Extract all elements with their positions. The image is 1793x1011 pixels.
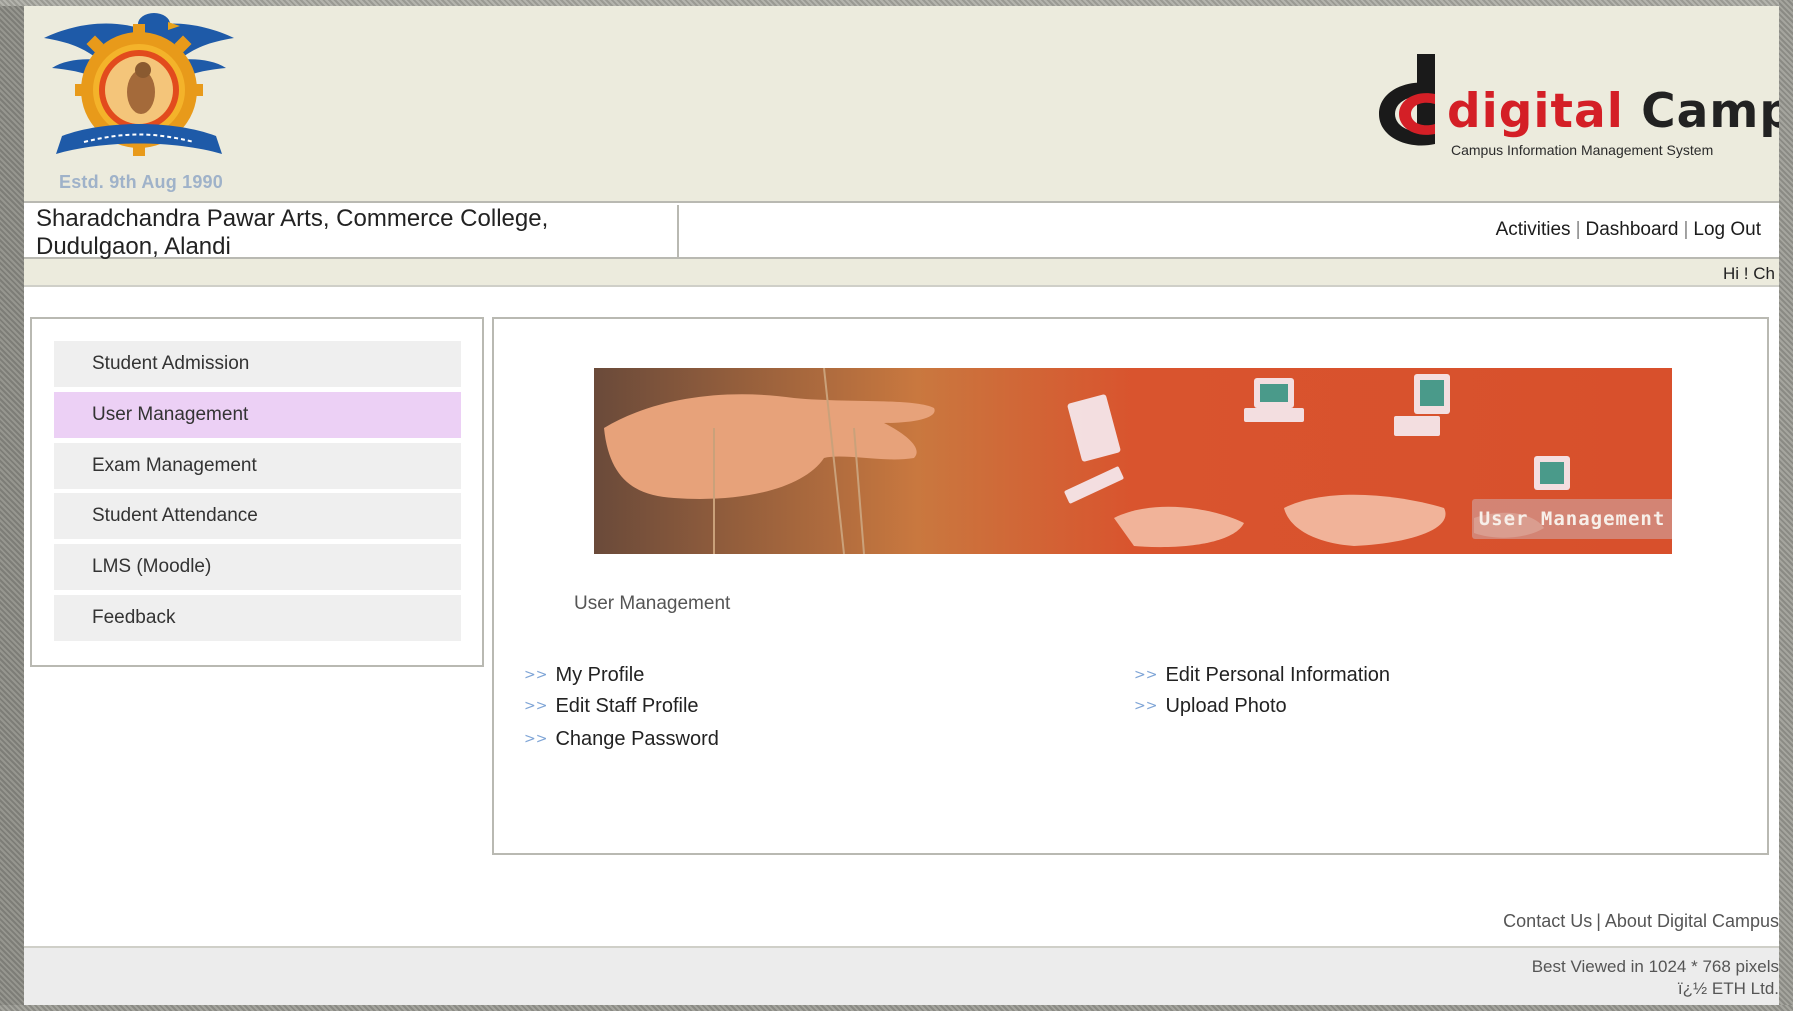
sidebar-item-student-attendance[interactable]: Student Attendance — [54, 493, 461, 539]
link-label: Change Password — [555, 728, 719, 750]
footer-separator: | — [1596, 911, 1601, 931]
my-profile-link[interactable]: >> My Profile — [524, 664, 644, 687]
double-chevron-right-icon: >> — [1134, 698, 1158, 714]
link-label: Edit Staff Profile — [555, 695, 699, 717]
change-password-link[interactable]: >> Change Password — [524, 728, 719, 751]
edit-staff-profile-link[interactable]: >> Edit Staff Profile — [524, 695, 699, 718]
sidebar-item-feedback[interactable]: Feedback — [54, 595, 461, 641]
contact-us-link[interactable]: Contact Us — [1503, 911, 1592, 931]
section-title: User Management — [574, 593, 731, 614]
footer-note: Best Viewed in 1024 * 768 pixels ï¿½ ETH… — [1532, 956, 1779, 1000]
college-logo-emblem — [44, 13, 234, 156]
brand-name-rest: Campus — [1641, 84, 1779, 139]
nav-logout-link[interactable]: Log Out — [1693, 219, 1761, 240]
brand-name-accent: digital — [1447, 84, 1624, 139]
window-frame-left — [0, 0, 24, 1011]
footer-links: Contact Us | About Digital Campus — [1503, 911, 1779, 932]
digital-campus-brand: digital Campus Campus Information Manage… — [1369, 54, 1779, 164]
main-content-panel: User Management User Management >> My Pro… — [492, 317, 1769, 855]
title-bar: Sharadchandra Pawar Arts, Commerce Colle… — [24, 201, 1779, 260]
top-navigation: Activities | Dashboard | Log Out — [1496, 219, 1761, 241]
nav-separator: | — [1575, 219, 1581, 240]
sidebar-item-student-admission[interactable]: Student Admission — [54, 341, 461, 387]
college-name: Sharadchandra Pawar Arts, Commerce Colle… — [26, 205, 679, 260]
link-label: Upload Photo — [1165, 695, 1287, 717]
about-digital-campus-link[interactable]: About Digital Campus — [1605, 911, 1779, 931]
best-viewed-note: Best Viewed in 1024 * 768 pixels — [1531, 957, 1779, 976]
double-chevron-right-icon: >> — [524, 698, 548, 714]
nav-activities-link[interactable]: Activities — [1496, 219, 1571, 240]
nav-dashboard-link[interactable]: Dashboard — [1586, 219, 1679, 240]
greeting-bar: Hi ! Ch — [24, 259, 1779, 287]
nav-separator: | — [1683, 219, 1689, 240]
brand-name: digital Campus — [1447, 84, 1779, 139]
window-frame-bottom — [0, 1005, 1793, 1011]
sidebar-menu: Student Admission User Management Exam M… — [30, 317, 484, 667]
double-chevron-right-icon: >> — [524, 731, 548, 747]
sidebar-item-exam-management[interactable]: Exam Management — [54, 443, 461, 489]
brand-subtitle: Campus Information Management System — [1451, 142, 1714, 158]
sidebar-item-lms-moodle[interactable]: LMS (Moodle) — [54, 544, 461, 590]
footer-bar: Best Viewed in 1024 * 768 pixels ï¿½ ETH… — [24, 946, 1779, 1005]
user-management-banner: User Management — [594, 368, 1672, 554]
copyright-note: ï¿½ ETH Ltd. — [1677, 979, 1779, 998]
link-label: My Profile — [555, 664, 645, 686]
sidebar-item-user-management[interactable]: User Management — [54, 392, 461, 438]
banner-label: User Management — [1472, 499, 1672, 539]
digital-campus-logo-icon — [1379, 54, 1435, 146]
window-frame-right — [1779, 0, 1793, 1011]
double-chevron-right-icon: >> — [1134, 667, 1158, 683]
established-date: Estd. 9th Aug 1990 — [59, 172, 223, 192]
edit-personal-information-link[interactable]: >> Edit Personal Information — [1134, 664, 1390, 687]
upload-photo-link[interactable]: >> Upload Photo — [1134, 695, 1287, 718]
double-chevron-right-icon: >> — [524, 667, 548, 683]
link-label: Edit Personal Information — [1165, 664, 1391, 686]
header: Estd. 9th Aug 1990 digital Campus Campus… — [24, 6, 1779, 201]
page: Estd. 9th Aug 1990 digital Campus Campus… — [24, 6, 1779, 1005]
user-greeting: Hi ! Ch — [1723, 264, 1775, 283]
